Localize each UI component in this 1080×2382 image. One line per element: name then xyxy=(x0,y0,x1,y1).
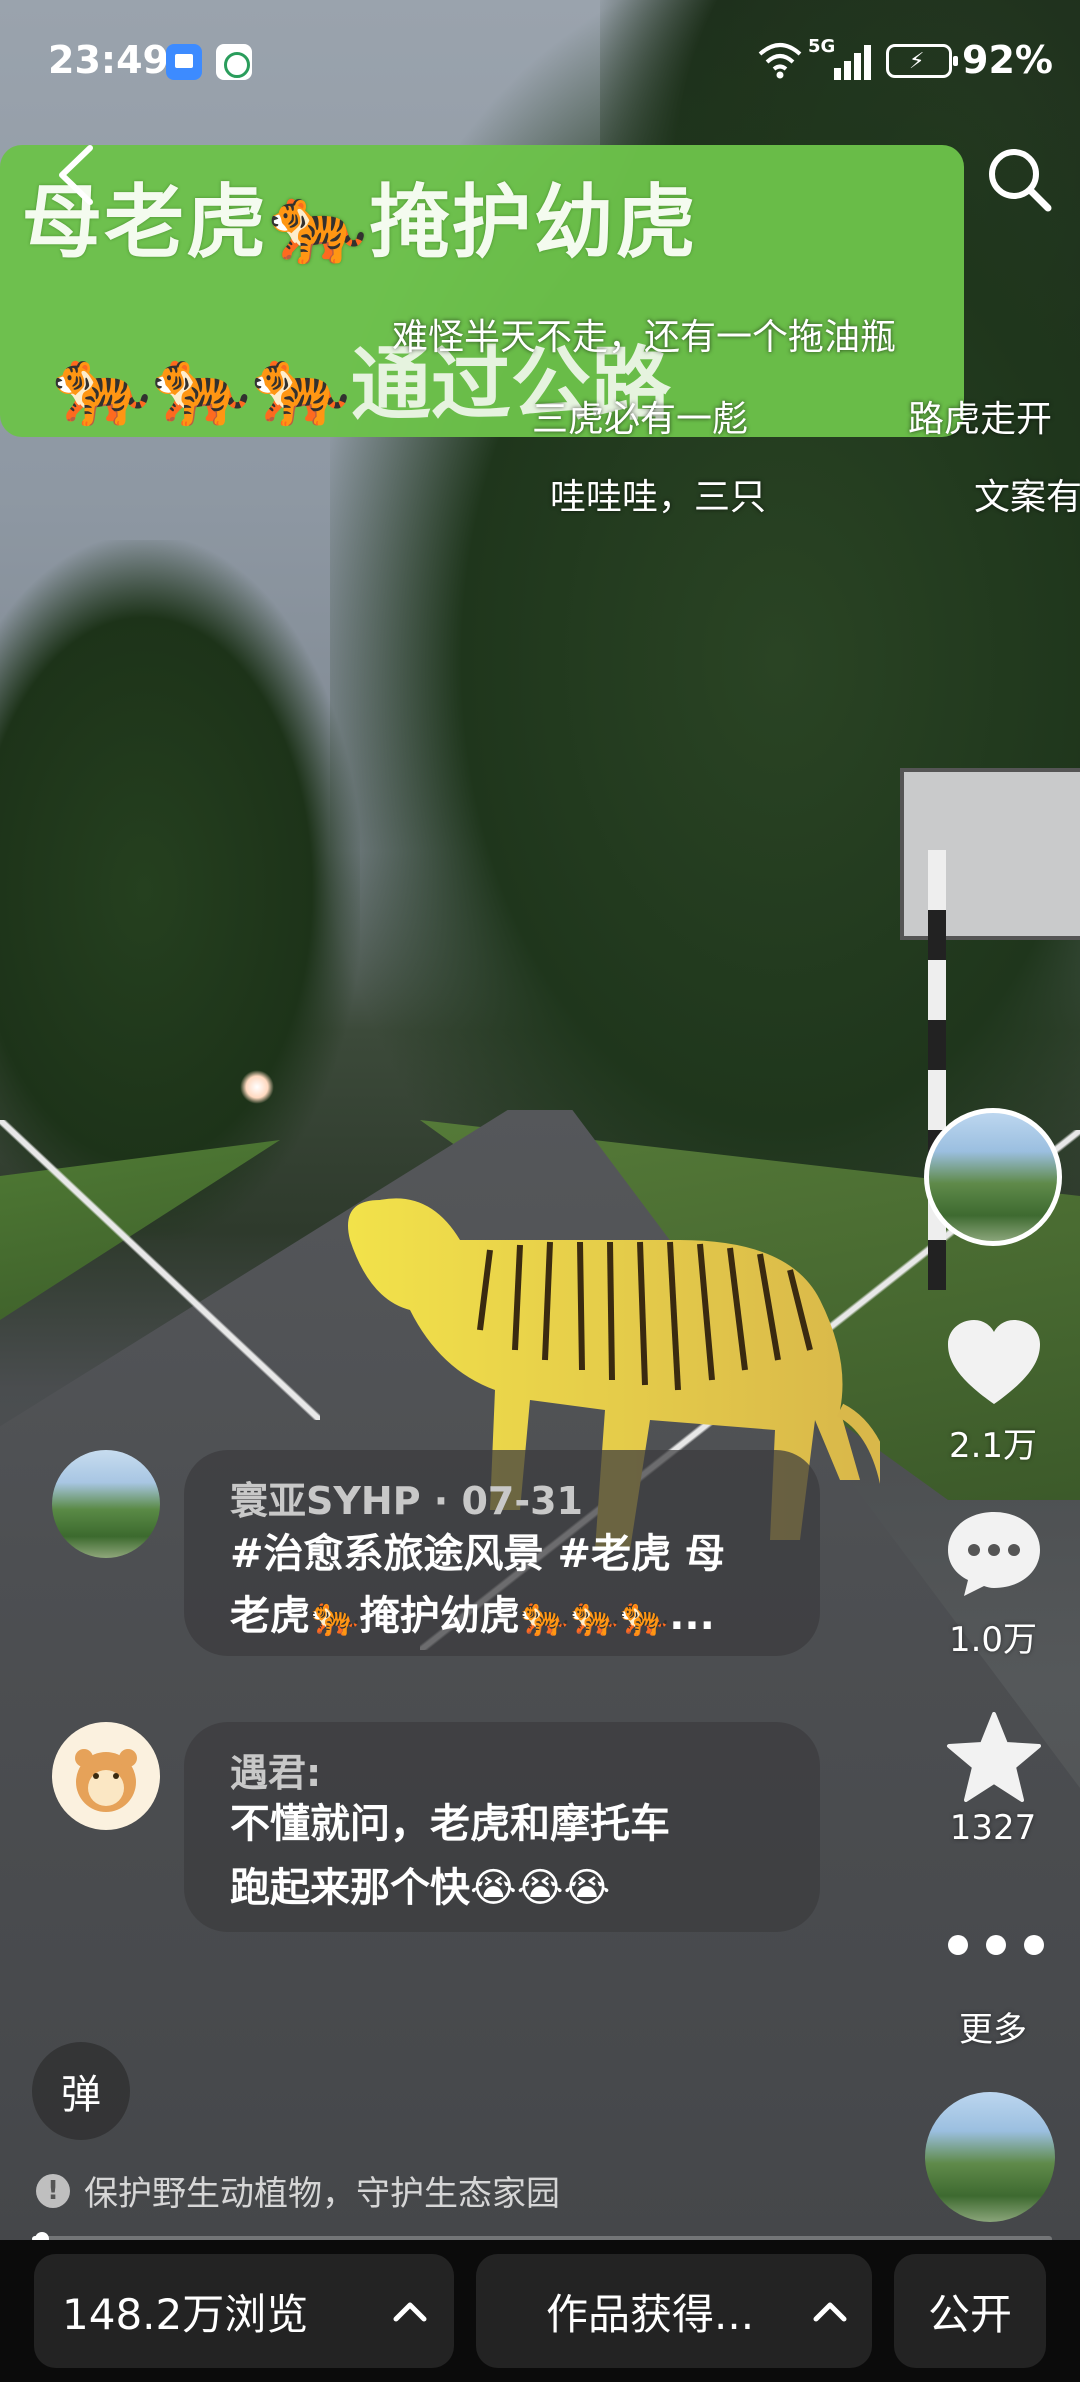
like-heart-icon[interactable] xyxy=(944,1318,1044,1408)
music-avatar[interactable] xyxy=(925,2092,1055,2222)
comment-text-line: 跑起来那个快😭😭😭 xyxy=(230,1865,611,1911)
lane-marking-left xyxy=(0,1120,320,1420)
creator-avatar[interactable] xyxy=(924,1108,1062,1246)
danmaku-item: 哇哇哇，三只 xyxy=(550,477,767,518)
views-button[interactable]: 148.2万浏览 xyxy=(34,2254,454,2368)
info-icon: ! xyxy=(36,2173,70,2208)
search-icon[interactable] xyxy=(984,144,1054,214)
more-icon[interactable] xyxy=(948,1930,1044,1960)
comment-icon[interactable] xyxy=(944,1508,1044,1598)
comment-count: 1.0万 xyxy=(948,1620,1038,1660)
visibility-label: 公开 xyxy=(927,2289,1012,2339)
danmaku-item: 路虎走开 xyxy=(908,399,1053,440)
favorite-star-icon[interactable] xyxy=(944,1712,1044,1802)
battery-percent: 92% xyxy=(962,38,1053,82)
notice-text: 保护野生动植物，守护生态家园 xyxy=(84,2174,560,2214)
comment-text-line: 不懂就问，老虎和摩托车 xyxy=(230,1801,670,1847)
like-count: 2.1万 xyxy=(948,1426,1038,1466)
back-icon[interactable] xyxy=(48,140,108,210)
comment-author-avatar[interactable] xyxy=(52,1722,160,1830)
views-label: 148.2万浏览 xyxy=(62,2289,309,2339)
danmaku-item: 难怪半天不走，还有一个拖油瓶 xyxy=(392,317,897,358)
banner-title-line1: 母老虎🐅掩护幼虎 xyxy=(22,176,698,269)
status-bar: 23:49 5G ⚡ 92% xyxy=(0,0,1080,124)
road-sign xyxy=(900,768,1080,940)
signal-icon xyxy=(834,45,871,80)
chevron-up-icon xyxy=(813,2302,847,2322)
comment-author: 寰亚SYHP xyxy=(230,1479,421,1523)
comment-author: 遇君: xyxy=(230,1751,322,1795)
comment-text-line: #治愈系旅途风景 #老虎 母 xyxy=(230,1531,725,1577)
chevron-up-icon xyxy=(393,2302,427,2322)
danmaku-button-label: 弹 xyxy=(61,2072,101,2118)
danmaku-item: 文案有 xyxy=(974,477,1080,518)
battery-icon: ⚡ xyxy=(886,44,958,78)
more-label[interactable]: 更多 xyxy=(900,2002,1080,2051)
comment-text-line: 老虎🐅掩护幼虎🐅🐅🐅... xyxy=(230,1593,715,1639)
comment-author-line: 寰亚SYHP · 07-31 xyxy=(230,1470,583,1525)
comment-date: 07-31 xyxy=(461,1479,583,1523)
vehicle-headlight xyxy=(240,1070,274,1104)
works-label: 作品获得... xyxy=(546,2289,755,2339)
notification-app-icon xyxy=(166,44,202,80)
status-time: 23:49 xyxy=(48,38,169,82)
visibility-button[interactable]: 公开 xyxy=(894,2254,1046,2368)
carrier-app-icon xyxy=(216,44,252,80)
works-earnings-button[interactable]: 作品获得... xyxy=(476,2254,872,2368)
notice-bar: ! 保护野生动植物，守护生态家园 xyxy=(36,2166,560,2215)
favorite-count: 1327 xyxy=(949,1808,1037,1848)
hamster-avatar-icon xyxy=(75,1749,137,1812)
wifi-icon xyxy=(758,43,802,79)
comment-author-avatar[interactable] xyxy=(52,1450,160,1558)
danmaku-item: 三虎必有一彪 xyxy=(532,399,749,440)
charging-icon: ⚡ xyxy=(909,49,925,74)
danmaku-toggle-button[interactable]: 弹 xyxy=(32,2042,130,2140)
dot-separator: · xyxy=(433,1479,462,1523)
